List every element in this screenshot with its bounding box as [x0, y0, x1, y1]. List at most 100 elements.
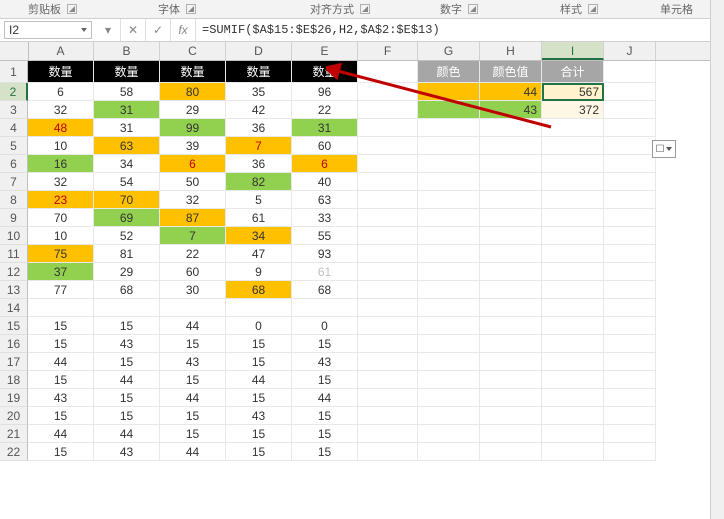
col-header-G[interactable]: G — [418, 42, 480, 60]
row-header-11[interactable]: 11 — [0, 245, 28, 263]
cell-F1[interactable] — [358, 61, 418, 83]
cell-G4[interactable] — [418, 119, 480, 137]
cell-H2[interactable]: 44 — [480, 83, 542, 101]
cell-E15[interactable]: 0 — [292, 317, 358, 335]
cell-A2[interactable]: 6 — [28, 83, 94, 101]
cell-D13[interactable]: 68 — [226, 281, 292, 299]
cell-F3[interactable] — [358, 101, 418, 119]
cell-G11[interactable] — [418, 245, 480, 263]
cell-J20[interactable] — [604, 407, 656, 425]
row-header-4[interactable]: 4 — [0, 119, 28, 137]
cell-B10[interactable]: 52 — [94, 227, 160, 245]
cell-H15[interactable] — [480, 317, 542, 335]
cell-I7[interactable] — [542, 173, 604, 191]
cell-H21[interactable] — [480, 425, 542, 443]
clipboard-launcher-icon[interactable] — [67, 4, 77, 14]
cell-A1[interactable]: 数量 — [28, 61, 94, 83]
cell-B21[interactable]: 44 — [94, 425, 160, 443]
cell-F22[interactable] — [358, 443, 418, 461]
cell-D21[interactable]: 15 — [226, 425, 292, 443]
cell-I8[interactable] — [542, 191, 604, 209]
cell-J15[interactable] — [604, 317, 656, 335]
cell-B7[interactable]: 54 — [94, 173, 160, 191]
cell-G1[interactable]: 颜色 — [418, 61, 480, 83]
cell-A14[interactable] — [28, 299, 94, 317]
cell-G9[interactable] — [418, 209, 480, 227]
cell-D2[interactable]: 35 — [226, 83, 292, 101]
cell-C20[interactable]: 15 — [160, 407, 226, 425]
cell-A17[interactable]: 44 — [28, 353, 94, 371]
col-header-I[interactable]: I — [542, 42, 604, 60]
cell-D12[interactable]: 9 — [226, 263, 292, 281]
cell-G12[interactable] — [418, 263, 480, 281]
cell-B16[interactable]: 43 — [94, 335, 160, 353]
enter-formula-button[interactable]: ✓ — [146, 19, 171, 41]
cell-A16[interactable]: 15 — [28, 335, 94, 353]
rows[interactable]: 1数量数量数量数量数量颜色颜色值合计2658803596445673323129… — [0, 61, 724, 461]
cell-E13[interactable]: 68 — [292, 281, 358, 299]
cell-E2[interactable]: 96 — [292, 83, 358, 101]
cell-G7[interactable] — [418, 173, 480, 191]
cell-J16[interactable] — [604, 335, 656, 353]
cell-D18[interactable]: 44 — [226, 371, 292, 389]
cell-C12[interactable]: 60 — [160, 263, 226, 281]
cell-J12[interactable] — [604, 263, 656, 281]
row-header-22[interactable]: 22 — [0, 443, 28, 461]
styles-launcher-icon[interactable] — [588, 4, 598, 14]
cell-C14[interactable] — [160, 299, 226, 317]
cell-E12[interactable]: 61 — [292, 263, 358, 281]
cell-D10[interactable]: 34 — [226, 227, 292, 245]
cell-D5[interactable]: 7 — [226, 137, 292, 155]
cell-G19[interactable] — [418, 389, 480, 407]
cell-F20[interactable] — [358, 407, 418, 425]
cell-D16[interactable]: 15 — [226, 335, 292, 353]
cell-E9[interactable]: 33 — [292, 209, 358, 227]
cell-B3[interactable]: 31 — [94, 101, 160, 119]
cell-F4[interactable] — [358, 119, 418, 137]
cell-I1[interactable]: 合计 — [542, 61, 604, 83]
cell-A22[interactable]: 15 — [28, 443, 94, 461]
row-header-16[interactable]: 16 — [0, 335, 28, 353]
cell-F5[interactable] — [358, 137, 418, 155]
column-headers[interactable]: ABCDEFGHIJ — [0, 42, 724, 61]
cell-I2[interactable]: 567 — [542, 83, 604, 101]
cell-C4[interactable]: 99 — [160, 119, 226, 137]
cell-C1[interactable]: 数量 — [160, 61, 226, 83]
cell-A3[interactable]: 32 — [28, 101, 94, 119]
cell-J18[interactable] — [604, 371, 656, 389]
row-header-1[interactable]: 1 — [0, 61, 28, 83]
cell-H20[interactable] — [480, 407, 542, 425]
cell-C13[interactable]: 30 — [160, 281, 226, 299]
cell-I5[interactable] — [542, 137, 604, 155]
cell-H16[interactable] — [480, 335, 542, 353]
cell-H17[interactable] — [480, 353, 542, 371]
cell-H11[interactable] — [480, 245, 542, 263]
cell-J1[interactable] — [604, 61, 656, 83]
cell-C15[interactable]: 44 — [160, 317, 226, 335]
cell-C3[interactable]: 29 — [160, 101, 226, 119]
cell-D17[interactable]: 15 — [226, 353, 292, 371]
cell-I13[interactable] — [542, 281, 604, 299]
cell-C5[interactable]: 39 — [160, 137, 226, 155]
cell-F8[interactable] — [358, 191, 418, 209]
cell-D9[interactable]: 61 — [226, 209, 292, 227]
cell-I19[interactable] — [542, 389, 604, 407]
row-header-3[interactable]: 3 — [0, 101, 28, 119]
cell-J10[interactable] — [604, 227, 656, 245]
cell-J11[interactable] — [604, 245, 656, 263]
cell-D6[interactable]: 36 — [226, 155, 292, 173]
cell-J19[interactable] — [604, 389, 656, 407]
cell-H5[interactable] — [480, 137, 542, 155]
insert-function-button[interactable]: fx — [171, 19, 196, 41]
cell-G2[interactable] — [418, 83, 480, 101]
cell-B14[interactable] — [94, 299, 160, 317]
cell-E18[interactable]: 15 — [292, 371, 358, 389]
cell-E22[interactable]: 15 — [292, 443, 358, 461]
cancel-formula-button[interactable]: ✕ — [121, 19, 146, 41]
cell-E21[interactable]: 15 — [292, 425, 358, 443]
row-header-7[interactable]: 7 — [0, 173, 28, 191]
cell-F2[interactable] — [358, 83, 418, 101]
cell-B22[interactable]: 43 — [94, 443, 160, 461]
namebox-dropdown[interactable]: ▾ — [96, 19, 121, 41]
cell-D15[interactable]: 0 — [226, 317, 292, 335]
